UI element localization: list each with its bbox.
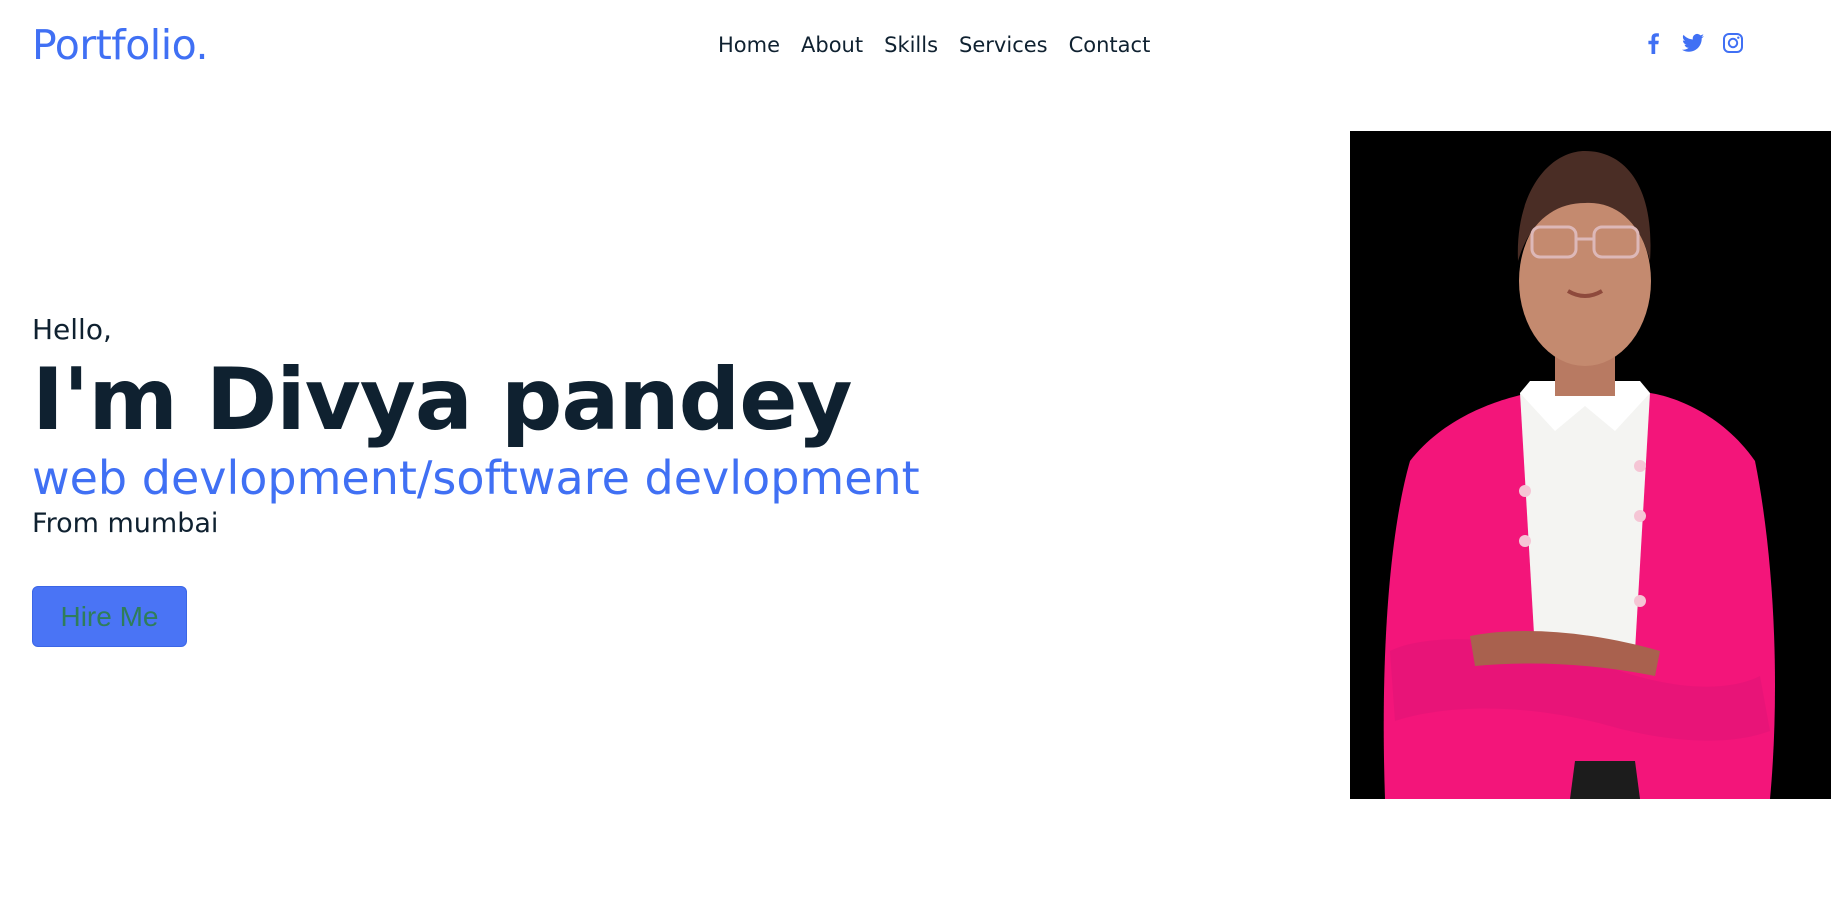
site-header: Portfolio. Home About Skills Services Co… (0, 0, 1831, 90)
hire-me-button[interactable]: Hire Me (32, 586, 187, 647)
facebook-icon[interactable] (1641, 31, 1665, 55)
nav-home[interactable]: Home (718, 30, 780, 60)
profile-photo (1350, 131, 1831, 799)
profile-photo-illustration (1350, 131, 1831, 799)
hero-role: web devlopment/software devlopment (32, 451, 920, 505)
main-nav: Home About Skills Services Contact (718, 30, 1150, 60)
nav-skills[interactable]: Skills (884, 30, 938, 60)
greeting-text: Hello, (32, 313, 112, 346)
hero-location: From mumbai (32, 508, 219, 539)
nav-about[interactable]: About (801, 30, 863, 60)
logo[interactable]: Portfolio. (32, 20, 208, 70)
nav-contact[interactable]: Contact (1069, 30, 1151, 60)
hero-name: I'm Divya pandey (32, 350, 853, 450)
hero-section: Hello, I'm Divya pandey web devlopment/s… (32, 310, 1032, 647)
social-links (1641, 31, 1745, 55)
nav-services[interactable]: Services (959, 30, 1048, 60)
instagram-icon[interactable] (1721, 31, 1745, 55)
twitter-icon[interactable] (1681, 31, 1705, 55)
